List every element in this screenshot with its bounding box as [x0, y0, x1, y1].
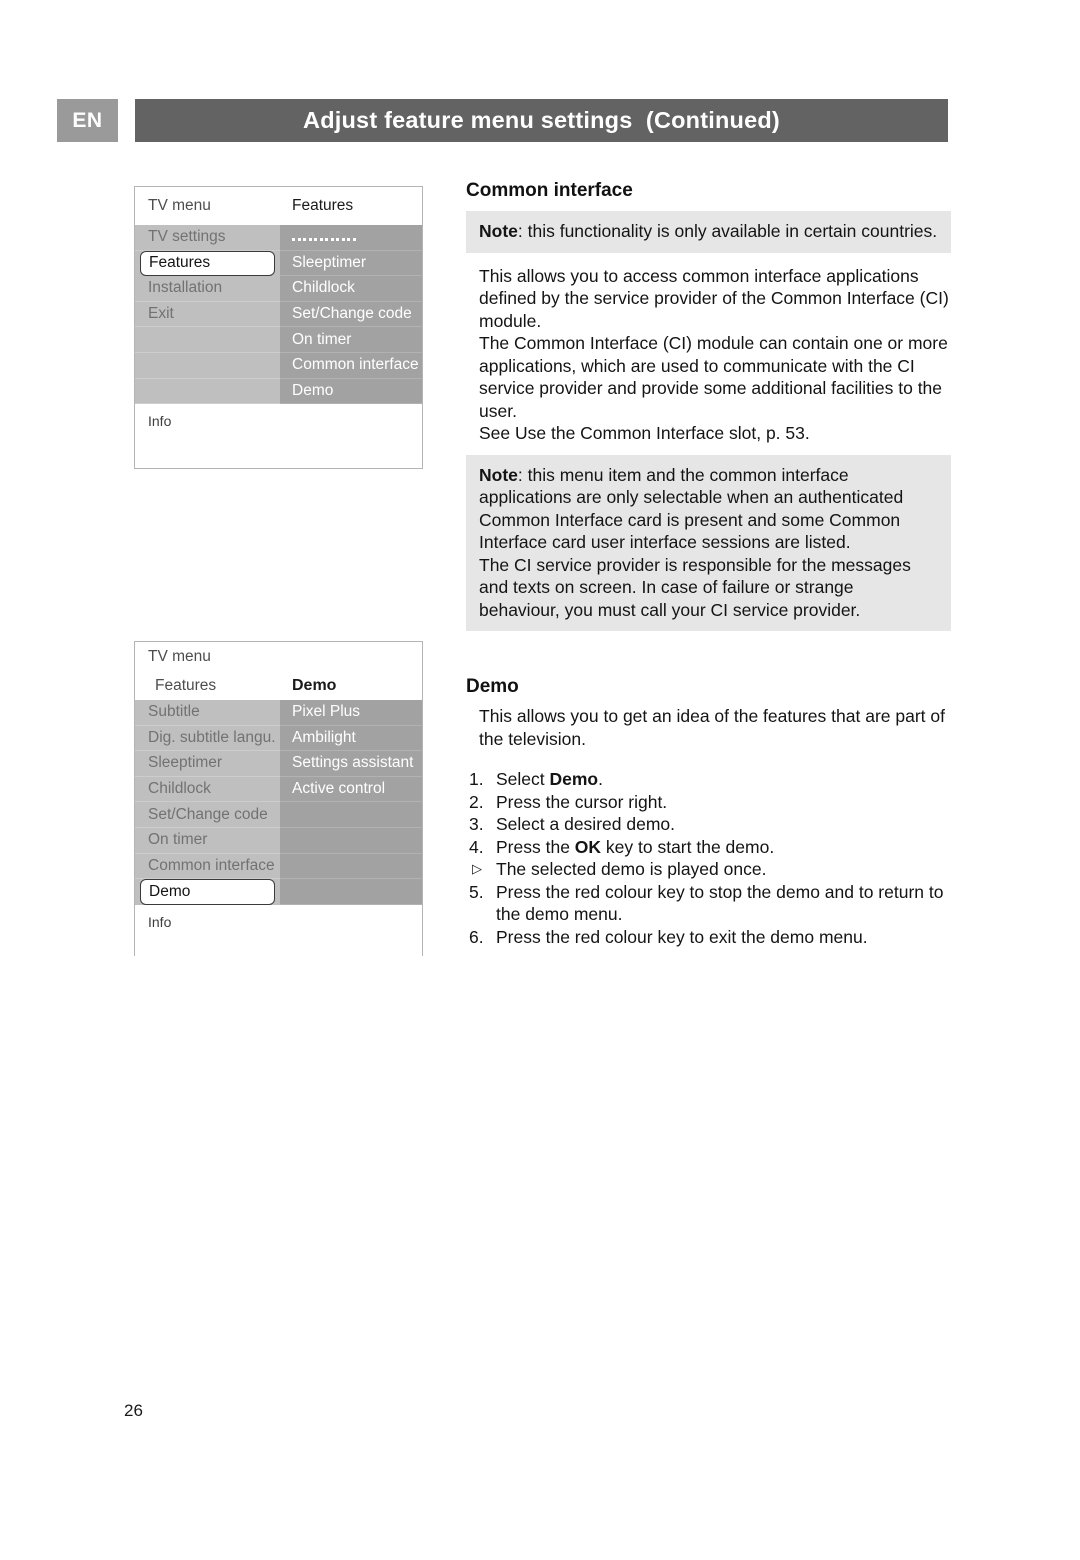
- page-number: 26: [124, 1401, 143, 1420]
- tv-menu-screenshot-features: TV menu Features TV settings Features In…: [134, 186, 423, 469]
- menu-item-set-change-code[interactable]: Set/Change code: [135, 802, 280, 828]
- menu-item-empty: [135, 327, 280, 353]
- demo-section: This allows you to get an idea of the fe…: [466, 705, 951, 948]
- section-heading-demo: Demo: [466, 676, 519, 697]
- submenu-item-childlock[interactable]: Childlock: [280, 276, 422, 302]
- submenu-item-settings-assistant[interactable]: Settings assistant: [280, 751, 422, 777]
- language-badge: EN: [57, 99, 118, 142]
- step-text: The selected demo is played once.: [496, 859, 767, 879]
- submenu-item-dots: [280, 225, 422, 251]
- submenu-item-common-interface[interactable]: Common interface: [280, 353, 422, 379]
- common-interface-section: Common interface Note: this functionalit…: [466, 180, 951, 631]
- submenu-item-sleeptimer[interactable]: Sleeptimer: [280, 251, 422, 277]
- menu-item-demo-selected[interactable]: Demo: [140, 879, 275, 905]
- step-text: Press the cursor right.: [496, 791, 668, 812]
- menu-header-left: Features: [155, 676, 217, 694]
- menu-item-empty: [135, 379, 280, 405]
- menu-header-top: TV menu: [135, 642, 422, 671]
- demo-step-list: 1. Select Demo. 2. Press the cursor right. 3…: [466, 768, 951, 948]
- submenu-item-empty: [280, 879, 422, 905]
- submenu-item-on-timer[interactable]: On timer: [280, 327, 422, 353]
- menu-item-installation[interactable]: Installation: [135, 276, 280, 302]
- note-box-countries: Note: this functionality is only availab…: [466, 211, 951, 253]
- menu-item-tv-settings[interactable]: TV settings: [135, 225, 280, 251]
- header-bar: Adjust feature menu settings (Continued): [135, 99, 948, 142]
- demo-intro-text: This allows you to get an idea of the fe…: [479, 706, 945, 749]
- step-emphasis: OK: [574, 836, 602, 857]
- submenu-item-empty: [280, 802, 422, 828]
- page-header: EN Adjust feature menu settings (Continu…: [57, 99, 948, 142]
- demo-step: 6. Press the red colour key to exit the d…: [466, 926, 951, 949]
- demo-step: 2. Press the cursor right.: [466, 791, 951, 814]
- menu-header-right: Demo: [292, 676, 337, 694]
- menu-header-left: TV menu: [148, 197, 211, 214]
- submenu-item-pixel-plus[interactable]: Pixel Plus: [280, 700, 422, 726]
- menu-item-sleeptimer[interactable]: Sleeptimer: [135, 751, 280, 777]
- menu-left-column: TV settings Features Installation Exit: [135, 225, 280, 405]
- submenu-item-set-change-code[interactable]: Set/Change code: [280, 302, 422, 328]
- step-number: 2.: [469, 791, 484, 812]
- menu-item-childlock[interactable]: Childlock: [135, 777, 280, 803]
- demo-step: 4. Press the OK key to start the demo.: [466, 836, 951, 859]
- demo-step: 3. Select a desired demo.: [466, 813, 951, 836]
- step-emphasis: Demo: [549, 769, 599, 789]
- step-text: Select a desired demo.: [496, 814, 675, 834]
- menu-body: TV settings Features Installation Exit S…: [135, 225, 422, 405]
- menu-item-exit[interactable]: Exit: [135, 302, 280, 328]
- step-text: Press the red colour key to exit the dem…: [496, 926, 868, 947]
- tv-menu-screenshot-demo: TV menu Features Demo Subtitle Dig. subt…: [134, 641, 423, 957]
- submenu-item-demo[interactable]: Demo: [280, 379, 422, 405]
- step-text: Select Demo.: [496, 769, 603, 789]
- section-heading-common-interface: Common interface: [466, 180, 633, 201]
- demo-step: 5. Press the red colour key to stop the d…: [466, 881, 951, 926]
- menu-footer-info: Info: [135, 404, 422, 459]
- menu-item-empty: [135, 353, 280, 379]
- submenu-item-ambilight[interactable]: Ambilight: [280, 726, 422, 752]
- note-text: : this functionality is only available i…: [517, 221, 938, 241]
- submenu-item-empty: [280, 854, 422, 880]
- menu-item-on-timer[interactable]: On timer: [135, 828, 280, 854]
- submenu-item-active-control[interactable]: Active control: [280, 777, 422, 803]
- menu-right-column: Pixel Plus Ambilight Settings assistant …: [280, 700, 422, 905]
- ellipsis-icon: [292, 238, 356, 242]
- menu-item-common-interface[interactable]: Common interface: [135, 854, 280, 880]
- common-interface-body: This allows you to access common interfa…: [479, 265, 949, 444]
- note-label: Note: [479, 464, 518, 485]
- page-title: Adjust feature menu settings (Continued): [303, 107, 780, 133]
- menu-header: Features Demo: [135, 671, 422, 700]
- step-number: 4.: [469, 836, 484, 857]
- triangle-bullet-icon: ▷: [472, 861, 482, 876]
- menu-item-dig-subtitle-langu[interactable]: Dig. subtitle langu.: [135, 726, 280, 752]
- submenu-item-empty: [280, 828, 422, 854]
- menu-header: TV menu Features: [135, 187, 422, 225]
- note-box-selectable: Note: this menu item and the common inte…: [466, 454, 951, 631]
- note-label: Note: [479, 221, 518, 241]
- menu-body: Subtitle Dig. subtitle langu. Sleeptimer…: [135, 700, 422, 905]
- demo-step: ▷ The selected demo is played once.: [466, 858, 951, 881]
- note-text: : this menu item and the common interfac…: [479, 464, 911, 620]
- step-number: 1.: [469, 769, 484, 789]
- menu-item-subtitle[interactable]: Subtitle: [135, 700, 280, 726]
- menu-left-column: Subtitle Dig. subtitle langu. Sleeptimer…: [135, 700, 280, 905]
- demo-step: 1. Select Demo.: [466, 768, 951, 791]
- menu-item-features-selected[interactable]: Features: [140, 250, 275, 277]
- menu-header-right: Features: [292, 197, 354, 214]
- step-text: Press the red colour key to stop the dem…: [496, 881, 944, 925]
- step-text: Press the OK key to start the demo.: [496, 836, 775, 857]
- menu-footer-info: Info: [135, 904, 422, 957]
- step-number: 3.: [469, 814, 484, 834]
- step-number: 5.: [469, 881, 484, 902]
- step-number: 6.: [469, 926, 484, 947]
- menu-right-column: Sleeptimer Childlock Set/Change code On …: [280, 225, 422, 405]
